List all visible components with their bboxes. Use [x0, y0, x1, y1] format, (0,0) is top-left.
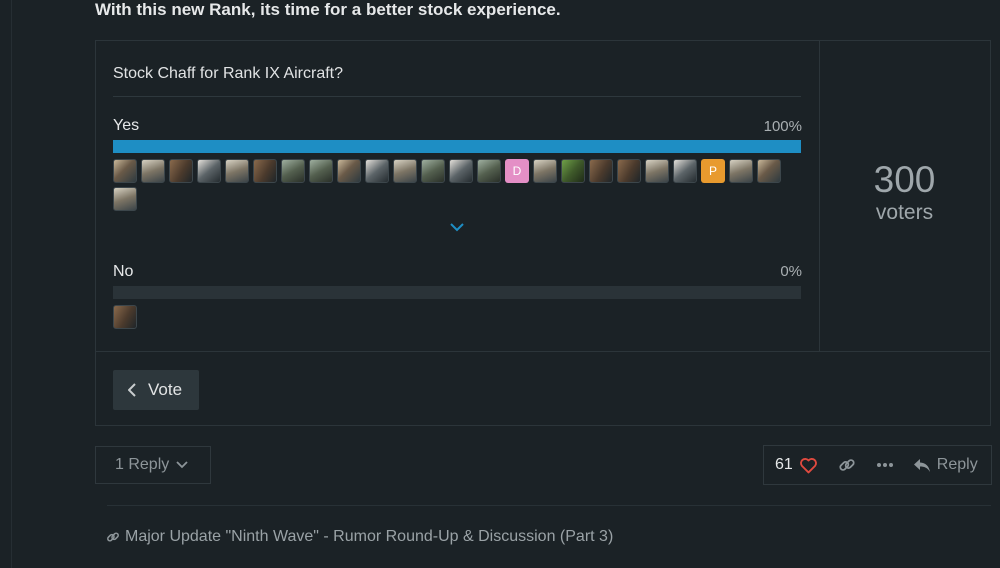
post-intro-text: With this new Rank, its time for a bette…	[95, 0, 561, 19]
voter-avatar[interactable]	[589, 159, 613, 183]
poll-results: Stock Chaff for Rank IX Aircraft? Yes 10…	[96, 41, 820, 351]
reply-arrow-icon[interactable]	[913, 458, 931, 473]
heart-icon[interactable]	[799, 457, 818, 474]
voter-avatar[interactable]	[449, 159, 473, 183]
voter-avatar[interactable]	[729, 159, 753, 183]
voters-label: voters	[875, 201, 934, 224]
option-no-percent: 0%	[780, 263, 802, 280]
voter-avatar[interactable]	[141, 159, 165, 183]
voter-avatar[interactable]	[561, 159, 585, 183]
poll-voters-summary: 300 voters	[819, 41, 990, 351]
chevron-left-icon	[128, 383, 136, 397]
replies-toggle-button[interactable]: 1 Reply	[95, 446, 211, 484]
like-count[interactable]: 61	[775, 456, 793, 474]
voter-avatar[interactable]	[365, 159, 389, 183]
divider	[113, 96, 801, 97]
poll-container: Stock Chaff for Rank IX Aircraft? Yes 10…	[95, 40, 991, 426]
linked-topic[interactable]: Major Update "Ninth Wave" - Rumor Round-…	[106, 528, 613, 546]
voter-avatar[interactable]	[113, 187, 137, 211]
vote-button[interactable]: Vote	[113, 370, 199, 410]
voter-avatar[interactable]	[421, 159, 445, 183]
option-yes-voters: D P	[113, 159, 803, 211]
option-yes-bar-fill	[113, 140, 801, 153]
voter-avatar[interactable]	[281, 159, 305, 183]
poll-footer: Vote	[96, 351, 990, 425]
chevron-down-icon	[176, 461, 188, 469]
voter-avatar-letter-p[interactable]: P	[701, 159, 725, 183]
divider	[107, 505, 991, 506]
option-no-label: No	[113, 263, 134, 280]
voter-avatar[interactable]	[477, 159, 501, 183]
voter-avatar[interactable]	[393, 159, 417, 183]
poll-question: Stock Chaff for Rank IX Aircraft?	[113, 65, 344, 82]
option-yes-percent: 100%	[763, 118, 802, 135]
option-yes-bar	[113, 140, 801, 153]
ellipsis-icon[interactable]	[876, 462, 894, 468]
voter-avatar[interactable]	[673, 159, 697, 183]
voter-avatar[interactable]	[645, 159, 669, 183]
left-border	[11, 0, 12, 568]
option-no-bar	[113, 286, 801, 299]
voter-avatar[interactable]	[197, 159, 221, 183]
voters-count: 300	[873, 159, 936, 200]
voter-avatar[interactable]	[309, 159, 333, 183]
replies-label: 1 Reply	[115, 456, 170, 473]
voter-avatar[interactable]	[113, 159, 137, 183]
link-icon[interactable]	[838, 456, 856, 474]
voter-avatar[interactable]	[617, 159, 641, 183]
voter-avatar[interactable]	[253, 159, 277, 183]
vote-button-label: Vote	[148, 380, 183, 399]
option-no-voters	[113, 305, 803, 329]
linked-topic-title[interactable]: Major Update "Ninth Wave" - Rumor Round-…	[125, 528, 613, 546]
post-actions: 61 Reply	[763, 445, 992, 485]
voter-avatar-letter-d[interactable]: D	[505, 159, 529, 183]
chevron-down-icon[interactable]	[449, 219, 465, 235]
voter-avatar[interactable]	[337, 159, 361, 183]
voter-avatar[interactable]	[169, 159, 193, 183]
voter-avatar[interactable]	[533, 159, 557, 183]
option-yes-label: Yes	[113, 117, 140, 134]
reply-button-label[interactable]: Reply	[937, 456, 978, 474]
link-icon	[107, 532, 119, 542]
voter-avatar[interactable]	[113, 305, 137, 329]
voter-avatar[interactable]	[225, 159, 249, 183]
voter-avatar[interactable]	[757, 159, 781, 183]
